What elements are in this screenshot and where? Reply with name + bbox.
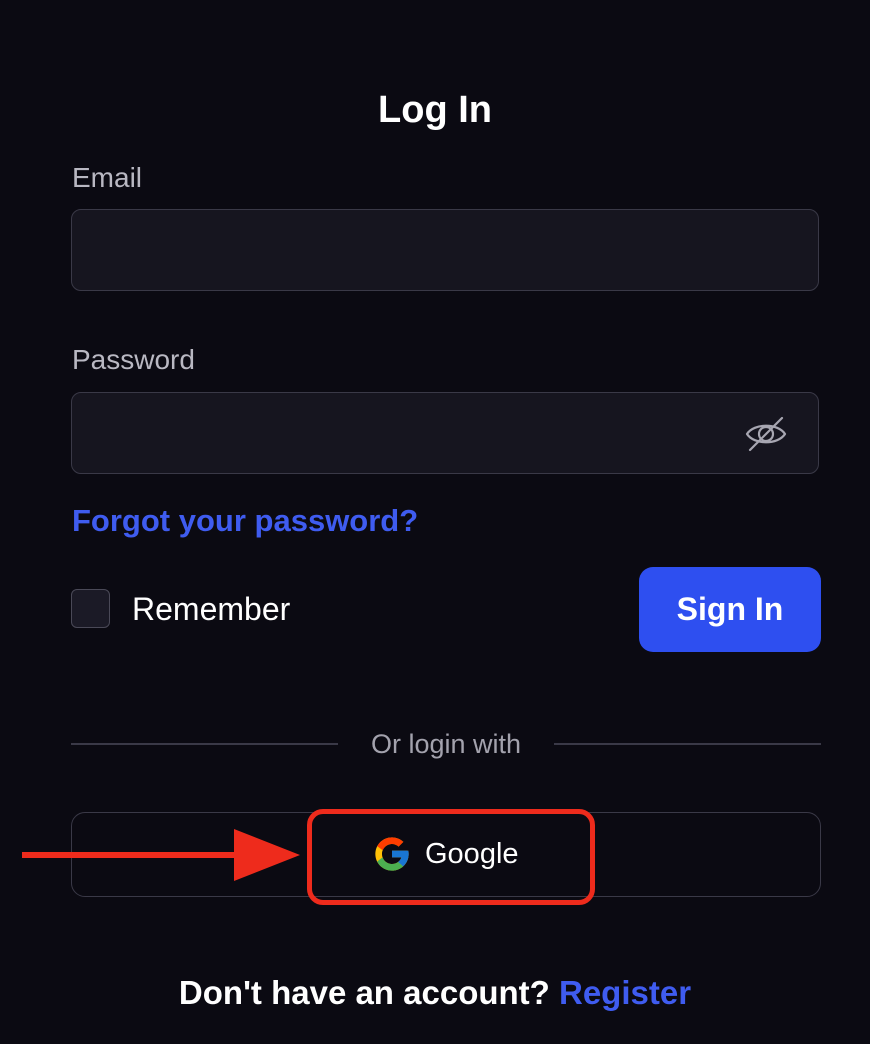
annotation-highlight-box xyxy=(307,809,595,905)
register-prompt-text: Don't have an account? xyxy=(178,974,550,1011)
password-label: Password xyxy=(72,344,195,375)
email-field[interactable] xyxy=(72,210,818,290)
email-label: Email xyxy=(72,162,143,193)
remember-label[interactable]: Remember xyxy=(132,590,290,628)
sign-in-button[interactable]: Sign In xyxy=(639,567,821,652)
eye-off-icon[interactable] xyxy=(744,412,788,456)
register-prompt: Don't have an account? Register xyxy=(0,973,870,1013)
password-field-container[interactable] xyxy=(71,392,819,474)
divider-left xyxy=(71,743,338,745)
register-link[interactable]: Register xyxy=(559,974,691,1011)
password-field[interactable] xyxy=(72,393,818,473)
arrow-right-icon xyxy=(22,829,300,881)
forgot-password-link[interactable]: Forgot your password? xyxy=(72,502,418,540)
page-title: Log In xyxy=(378,89,492,132)
remember-checkbox[interactable] xyxy=(71,589,110,628)
divider-right xyxy=(554,743,821,745)
email-field-container[interactable] xyxy=(71,209,819,291)
divider-text: Or login with xyxy=(370,729,522,759)
